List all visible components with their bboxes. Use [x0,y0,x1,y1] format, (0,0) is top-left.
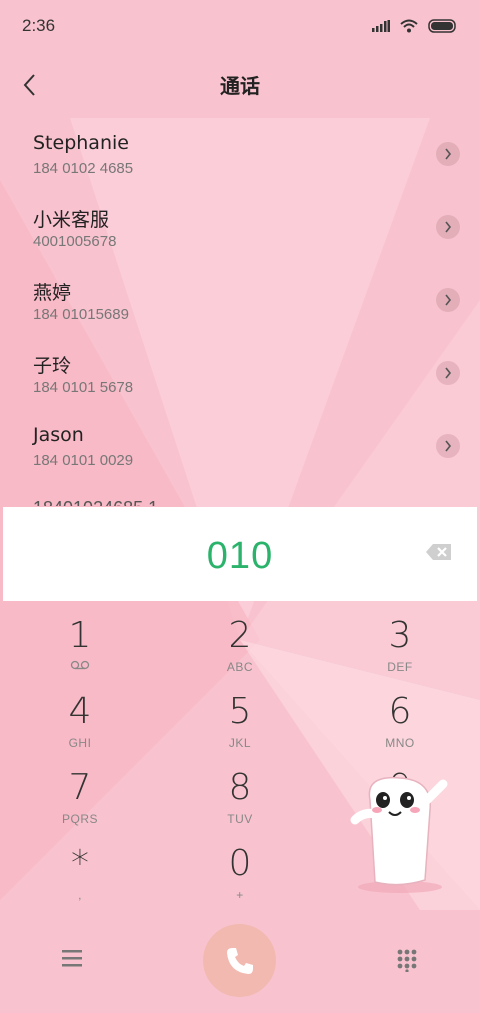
status-icons [372,19,458,33]
key-digit: 5 [228,691,252,732]
contact-number: 4001005678 [33,233,117,250]
call-button[interactable] [203,924,276,997]
chevron-right-icon [445,440,452,452]
contact-name: 小米客服 [33,209,110,231]
partial-contact-row: 18401024685 1 [33,494,158,506]
key-2[interactable]: 2 ABC [180,616,300,686]
contact-row[interactable]: 燕婷 184 01015689 [0,266,480,339]
key-7[interactable]: 7 PQRS [20,768,140,838]
chevron-right-icon [445,148,452,160]
contact-number: 184 0102 4685 [33,160,134,177]
contact-number: 184 0101 0029 [33,452,134,469]
key-0[interactable]: 0 + [180,844,300,914]
menu-icon[interactable] [60,948,86,970]
key-letters: ABC [226,660,254,674]
page-title: 通话 [220,74,260,98]
key-digit: 7 [68,767,92,808]
contact-name: 燕婷 [33,282,72,304]
key-1[interactable]: 1 [20,616,140,686]
bottom-bar [0,920,480,1013]
phone-icon [226,947,253,974]
key-digit: 1 [68,615,92,656]
contact-detail-button[interactable] [436,434,460,458]
signal-icon [372,20,390,32]
key-letters: MNO [385,736,415,750]
contact-row[interactable]: 子玲 184 0101 5678 [0,339,480,412]
contact-number: 184 01015689 [33,306,129,323]
chevron-right-icon [445,221,452,233]
chevron-right-icon [445,367,452,379]
voicemail-icon [70,660,90,670]
key-letters: , [78,888,82,902]
status-bar: 2:36 [0,0,480,52]
contact-row[interactable]: Stephanie 184 0102 4685 [0,120,480,193]
contact-detail-button[interactable] [436,361,460,385]
key-letters: DEF [387,660,413,674]
key-digit: 6 [388,691,412,732]
key-4[interactable]: 4 GHI [20,692,140,762]
dialpad-icon[interactable] [396,948,418,972]
contact-name: Stephanie [33,132,129,154]
key-star[interactable]: * , [20,844,140,914]
wifi-icon [400,19,418,33]
key-letters: PQRS [61,812,98,826]
key-digit: * [71,843,89,884]
key-6[interactable]: 6 MNO [340,692,460,762]
header: 通话 [0,58,480,112]
key-digit: 8 [228,767,252,808]
key-3[interactable]: 3 DEF [340,616,460,686]
key-letters: TUV [227,812,253,826]
contact-detail-button[interactable] [436,215,460,239]
backspace-icon[interactable] [425,542,453,562]
key-letters: GHI [68,736,92,750]
battery-icon [428,19,456,33]
contact-row[interactable]: 小米客服 4001005678 [0,193,480,266]
key-digit: 2 [228,615,252,656]
key-digit: 4 [68,691,92,732]
key-digit: 3 [388,615,412,656]
mascot-illustration [350,776,448,893]
dial-input-bar: 010 [3,507,477,601]
key-digit: 0 [228,843,252,884]
contact-row[interactable]: Jason 184 0101 0029 [0,412,480,485]
contact-name: 子玲 [33,355,72,377]
contact-name: Jason [33,424,84,446]
key-letters: JKL [228,736,252,750]
chevron-right-icon [445,294,452,306]
contact-suggestions: Stephanie 184 0102 4685 小米客服 4001005678 … [0,120,480,485]
key-5[interactable]: 5 JKL [180,692,300,762]
contact-detail-button[interactable] [436,142,460,166]
key-letters: + [236,888,244,902]
key-8[interactable]: 8 TUV [180,768,300,838]
contact-number: 184 0101 5678 [33,379,134,396]
status-time: 2:36 [22,16,56,35]
dial-input-value[interactable]: 010 [3,535,477,578]
contact-detail-button[interactable] [436,288,460,312]
